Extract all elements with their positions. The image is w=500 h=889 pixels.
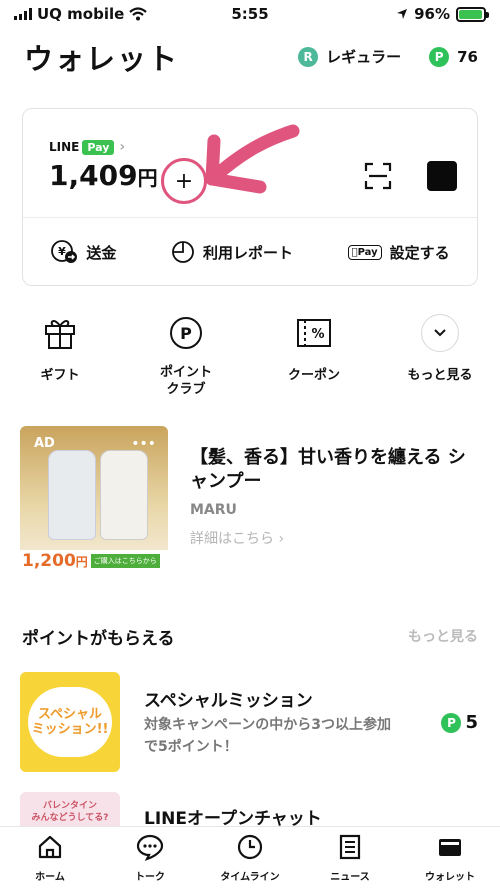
wallet-icon — [439, 839, 461, 856]
line-pay-brand-tag: Pay — [82, 139, 115, 155]
pay-actions: ¥ 送金 利用レポート Pay 設定する — [23, 235, 477, 269]
status-bar: UQ mobile 5:55 96% — [0, 0, 500, 30]
home-icon — [38, 835, 62, 859]
status-right: 96% — [396, 5, 489, 23]
apple-pay-setup-button[interactable]: Pay 設定する — [347, 242, 450, 263]
point-club-button[interactable]: P ポイント クラブ — [136, 314, 236, 398]
special-mission-item[interactable]: スペシャル ミッション!! スペシャルミッション 対象キャンペーンの中から3つ以… — [20, 672, 480, 772]
gift-label: ギフト — [40, 368, 80, 383]
scan-code-icon[interactable] — [363, 161, 393, 191]
mission-points-value: 5 — [465, 712, 478, 733]
mission-title: スペシャルミッション — [144, 691, 313, 711]
ad-badge: AD — [34, 436, 55, 451]
card-divider — [23, 217, 477, 218]
battery-percent: 96% — [414, 5, 450, 23]
plus-icon: + — [174, 168, 194, 194]
gift-button[interactable]: ギフト — [10, 314, 110, 383]
tab-home[interactable]: ホーム — [0, 833, 100, 883]
mission-image-text: スペシャル ミッション!! — [28, 687, 112, 757]
news-icon — [339, 834, 361, 860]
rank-badge-icon: R — [298, 46, 319, 67]
tab-news-label: ニュース — [330, 872, 370, 883]
line-pay-brand[interactable]: LINE Pay › — [49, 139, 125, 155]
more-button[interactable]: もっと見る — [390, 314, 490, 383]
balance-amount: 1,409 — [49, 159, 138, 192]
chevron-right-icon: › — [119, 139, 126, 155]
points-count[interactable]: 76 — [457, 48, 478, 66]
chat-icon — [136, 834, 164, 861]
tab-home-label: ホーム — [35, 872, 65, 883]
ad-title[interactable]: 【髪、香る】甘い香りを纏える シャンプー — [190, 446, 480, 494]
ad-image[interactable]: AD ••• 1,200円 ご購入はこちらから — [20, 426, 168, 572]
ad-cta-button[interactable]: ご購入はこちらから — [90, 554, 160, 568]
usage-report-label: 利用レポート — [202, 243, 293, 262]
tab-talk-label: トーク — [135, 872, 165, 883]
point-club-label: ポイント クラブ — [159, 365, 212, 397]
usage-report-button[interactable]: 利用レポート — [171, 240, 293, 264]
ad-details-link[interactable]: 詳細はこちら › — [190, 528, 480, 548]
product-pouch-cream — [100, 450, 148, 540]
sponsored-ad[interactable]: AD ••• 1,200円 ご購入はこちらから 【髪、香る】甘い香りを纏える シ… — [20, 426, 480, 574]
tab-wallet-label: ウォレット — [425, 872, 475, 883]
battery-icon — [456, 6, 489, 22]
coupon-button[interactable]: % クーポン — [264, 314, 364, 383]
mission-image: スペシャル ミッション!! — [20, 672, 120, 772]
tab-timeline-label: タイムライン — [220, 872, 280, 883]
tab-news[interactable]: ニュース — [300, 833, 400, 883]
coupon-icon-text: % — [311, 327, 324, 342]
pay-balance[interactable]: 1,409 円 — [49, 159, 158, 192]
points-section-title: ポイントがもらえる — [22, 629, 175, 649]
balance-currency: 円 — [137, 166, 158, 190]
page-title: ウォレット — [24, 42, 180, 76]
apple-pay-icon: Pay — [347, 244, 382, 260]
coupon-label: クーポン — [287, 368, 340, 383]
clock-icon — [237, 834, 263, 860]
report-chart-icon — [172, 241, 194, 263]
apple-pay-badge: Pay — [356, 246, 378, 258]
gift-icon — [45, 320, 75, 349]
line-pay-card: LINE Pay › 1,409 円 + ¥ 送金 利用レポート Pay 設定す… — [22, 108, 478, 286]
annotation-arrow-icon — [205, 124, 300, 194]
ad-price-strip: 1,200円 ご購入はこちらから — [20, 550, 168, 572]
points-badge-icon: P — [429, 46, 450, 67]
apple-pay-setup-label: 設定する — [388, 243, 450, 262]
wallet-header: ウォレット R レギュラー P 76 — [0, 36, 500, 76]
header-badges: R レギュラー P 76 — [298, 46, 478, 67]
mission-points: P 5 — [441, 712, 478, 733]
mission-description: 対象キャンペーンの中から3つ以上参加で5ポイント！ — [144, 717, 392, 755]
ad-brand: MARU — [190, 502, 237, 518]
point-club-icon-text: P — [180, 324, 192, 343]
tab-wallet[interactable]: ウォレット — [400, 833, 500, 883]
bottom-tab-bar: ホーム トーク タイムライン ニュース ウォレット — [0, 826, 500, 889]
points-section-header: ポイントがもらえる もっと見る — [0, 624, 500, 652]
coupon-icon: % — [297, 319, 331, 347]
more-label: もっと見る — [407, 368, 473, 383]
ad-price-unit: 円 — [75, 555, 88, 569]
ad-price-amount: 1,200 — [22, 551, 76, 571]
location-arrow-icon — [397, 9, 408, 19]
redacted-qr-icon[interactable] — [427, 161, 457, 191]
tab-talk[interactable]: トーク — [100, 833, 200, 883]
point-club-icon: P — [170, 317, 202, 349]
ad-menu-icon[interactable]: ••• — [131, 436, 156, 452]
ad-text: 【髪、香る】甘い香りを纏える シャンプー MARU 詳細はこちら › — [190, 446, 480, 548]
product-pouch-white — [48, 450, 96, 540]
yen-transfer-icon: ¥ — [51, 240, 78, 263]
send-money-button[interactable]: ¥ 送金 — [50, 239, 116, 265]
points-badge-icon: P — [441, 712, 462, 733]
battery-fill — [459, 9, 483, 19]
line-pay-brand-line: LINE — [49, 140, 80, 154]
chevron-down-icon — [421, 314, 459, 352]
points-more-link[interactable]: もっと見る — [408, 626, 478, 646]
rank-label[interactable]: レギュラー — [326, 46, 401, 67]
ad-price: 1,200円 — [22, 551, 88, 571]
tab-timeline[interactable]: タイムライン — [200, 833, 300, 883]
svg-text:¥: ¥ — [58, 245, 66, 258]
quick-actions: ギフト P ポイント クラブ % クーポン もっと見る — [0, 314, 500, 404]
send-money-label: 送金 — [86, 243, 117, 262]
